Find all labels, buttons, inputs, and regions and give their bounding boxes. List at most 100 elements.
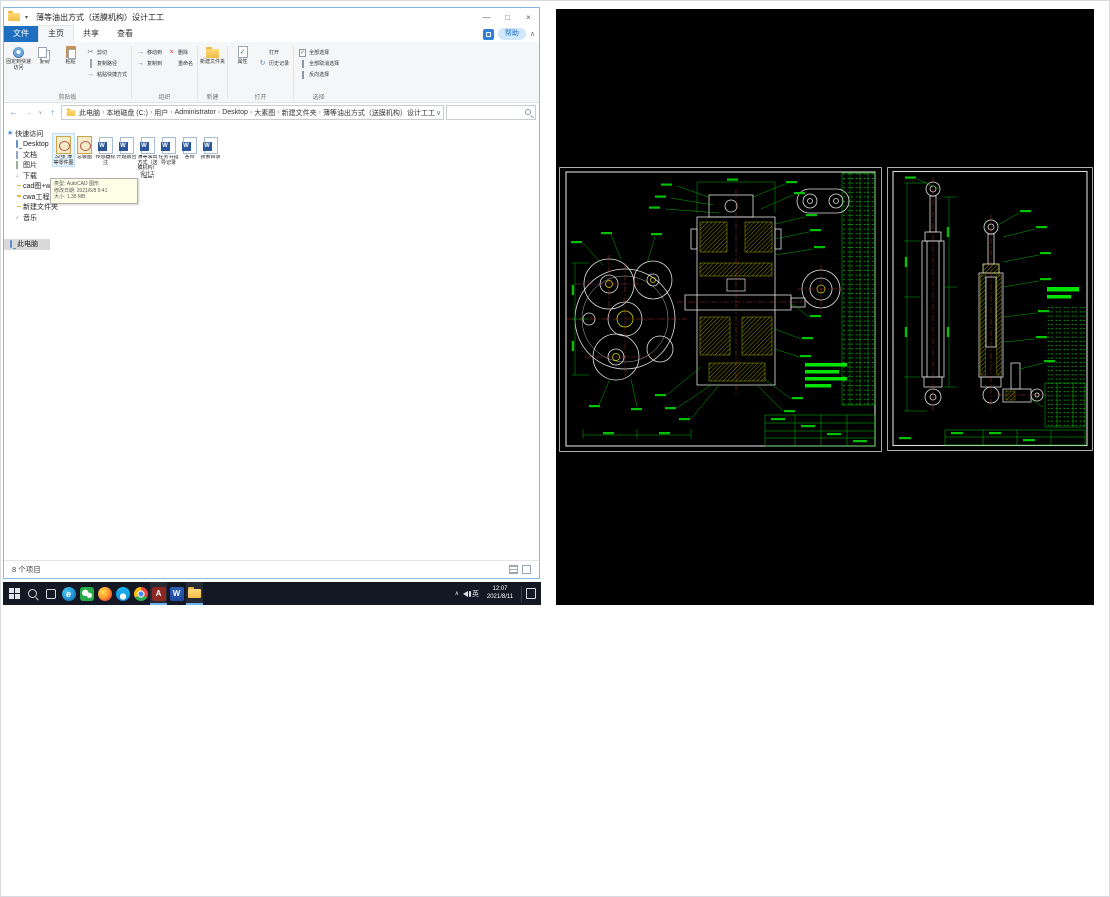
sidebar-item-this-pc[interactable]: 此电脑	[4, 239, 50, 250]
item-count: 8 个项目	[12, 565, 41, 574]
copy-button[interactable]: 复制	[32, 44, 57, 65]
file-item-8[interactable]: W 搜索目录	[200, 134, 221, 161]
select-all-label: 全部选择	[309, 49, 330, 56]
file-item-1[interactable]: 32张 薄等零件图	[52, 132, 75, 168]
taskbar-app-word[interactable]: W	[168, 582, 185, 605]
file-item-3[interactable]: W 传感器标注	[95, 134, 116, 166]
maximize-button[interactable]: □	[497, 8, 518, 26]
crumb-desktop[interactable]: Desktop	[222, 109, 248, 116]
sidebar-item-cwa-folder[interactable]: cwa工程图	[4, 192, 56, 203]
select-all-button[interactable]: ✓ 全部选择	[296, 47, 341, 57]
crumb-this-pc[interactable]: 此电脑	[79, 108, 100, 118]
taskbar-app-firefox[interactable]	[96, 582, 113, 605]
quick-access-toolbar-chevron[interactable]: ▾	[25, 14, 28, 21]
delete-x-icon: ×	[169, 48, 174, 56]
up-button[interactable]: ↑	[46, 106, 59, 120]
taskbar-app-chrome[interactable]	[132, 582, 149, 605]
delete-button[interactable]: × 删除	[165, 47, 195, 57]
file-item-4[interactable]: W 开题报告	[116, 134, 137, 161]
rename-button[interactable]: 重命名	[165, 58, 195, 68]
ime-indicator[interactable]: 英	[472, 589, 479, 599]
crumb-administrator[interactable]: Administrator	[175, 109, 216, 116]
large-icons-view-icon[interactable]	[522, 565, 531, 574]
taskbar-app-autocad[interactable]: A	[150, 582, 167, 605]
copy-path-button[interactable]: 复制路径	[84, 58, 129, 68]
move-to-button[interactable]: → 移动到	[134, 47, 164, 57]
properties-button[interactable]: ✓ 属性	[230, 44, 255, 65]
sidebar-item-downloads[interactable]: ↓ 下载	[4, 171, 50, 182]
sidebar-item-documents[interactable]: 文档	[4, 150, 50, 161]
minimize-button[interactable]: —	[476, 8, 497, 26]
cut-button[interactable]: ✂ 剪切	[84, 47, 129, 57]
file-item-5[interactable]: W 薄等油出方式（送膜机构）设计工（薄箱）	[137, 134, 158, 178]
ribbon-tab-bar: 文件 主页 共享 查看 帮助 ∧	[4, 25, 539, 42]
taskbar-app-wechat[interactable]	[78, 582, 95, 605]
history-chevron-icon[interactable]: ∨	[37, 110, 44, 116]
details-view-icon[interactable]	[509, 565, 518, 574]
sidebar-item-new-folder[interactable]: 新建文件夹	[4, 202, 58, 213]
volume-icon[interactable]	[463, 590, 471, 597]
file-item-7[interactable]: W 答辩	[179, 134, 200, 161]
history-button[interactable]: ↻ 历史记录	[256, 58, 291, 68]
ribbon-group-organize: → 移动到 → 复制到 × 删除 重命名 组织	[134, 44, 195, 102]
tab-share[interactable]: 共享	[74, 26, 108, 42]
dimension-text-marks	[899, 176, 1055, 440]
paste-shortcut-button[interactable]: → 粘贴快捷方式	[84, 69, 129, 79]
taskbar-app-explorer[interactable]	[186, 582, 203, 605]
taskbar-app-qq[interactable]	[114, 582, 131, 605]
tab-file[interactable]: 文件	[4, 26, 38, 42]
window-controls: — □ ×	[476, 8, 539, 26]
crumb-folder-2[interactable]: 新建文件夹	[282, 108, 317, 118]
properties-icon: ✓	[237, 46, 248, 58]
invert-selection-button[interactable]: 反向选择	[296, 69, 341, 79]
breadcrumb[interactable]: 此电脑 › 本地磁盘 (C:) › 用户 › Administrator › D…	[61, 105, 444, 120]
open-button[interactable]: 打开	[256, 47, 291, 57]
select-none-button[interactable]: 全部取消选择	[296, 58, 341, 68]
documents-icon	[13, 150, 21, 159]
action-center-icon[interactable]	[526, 588, 536, 599]
tab-view[interactable]: 查看	[108, 26, 142, 42]
file-name: 任务书指导记录	[158, 155, 179, 166]
crumb-folder-1[interactable]: 大素图	[254, 108, 275, 118]
task-view-button[interactable]	[42, 582, 59, 605]
clock[interactable]: 12:07 2021/8/11	[483, 586, 517, 601]
info-icon[interactable]	[482, 28, 494, 40]
back-button[interactable]: ←	[7, 106, 20, 120]
cad-sheet-assembly	[559, 167, 882, 452]
sidebar-quick-access-header[interactable]: ★ 快速访问	[4, 128, 50, 139]
title-bar: ▾ 薄等油出方式（送膜机构）设计工工 — □ ×	[4, 8, 539, 26]
tab-home[interactable]: 主页	[38, 25, 74, 42]
paste-button[interactable]: 粘贴	[58, 44, 83, 65]
new-folder-icon	[206, 47, 220, 58]
taskbar-app-edge[interactable]: e	[60, 582, 77, 605]
search-input[interactable]	[446, 105, 536, 120]
help-pill[interactable]: 帮助	[497, 28, 526, 40]
close-button[interactable]: ×	[518, 8, 539, 26]
search-icon	[525, 109, 531, 115]
sidebar-item-music[interactable]: ♪ 音乐	[4, 213, 50, 224]
copy-to-button[interactable]: → 复制到	[134, 58, 164, 68]
address-dropdown-chevron-icon[interactable]: ∨	[436, 109, 441, 117]
taskbar-search-button[interactable]	[24, 582, 41, 605]
tray-chevron-icon[interactable]: ∧	[455, 590, 459, 598]
ribbon-collapse-chevron-icon[interactable]: ∧	[530, 30, 535, 38]
crumb-local-disk-c[interactable]: 本地磁盘 (C:)	[106, 108, 148, 118]
sidebar-item-pictures[interactable]: 图片	[4, 160, 50, 171]
file-item-2[interactable]: 总装图	[74, 134, 95, 161]
new-folder-button[interactable]: 新建文件夹	[200, 44, 225, 65]
sidebar-item-cad-folder[interactable]: cad图+wd图	[4, 181, 61, 192]
file-item-6[interactable]: W 任务书指导记录	[158, 134, 179, 166]
forward-button[interactable]: →	[22, 106, 35, 120]
crumb-users[interactable]: 用户	[154, 108, 168, 118]
sidebar-item-desktop[interactable]: Desktop	[4, 139, 50, 150]
file-info-tooltip: 类型: AutoCAD 图形 修改日期: 2021/6/8 9:41 大小: 1…	[50, 178, 138, 204]
address-bar: ← → ∨ ↑ 此电脑 › 本地磁盘 (C:) › 用户 › Administr…	[4, 103, 539, 122]
window-title: 薄等油出方式（送膜机构）设计工工	[36, 12, 165, 22]
crumb-current-folder[interactable]: 薄等油出方式（送膜机构）设计工工	[323, 108, 435, 118]
pin-to-quick-access-button[interactable]: 固定到快速访问	[6, 44, 31, 71]
word-file-icon: W	[160, 137, 176, 154]
select-none-label: 全部取消选择	[309, 60, 340, 67]
end-view-centerlines	[567, 255, 687, 379]
start-button[interactable]	[6, 582, 23, 605]
file-name: 传感器标注	[95, 155, 116, 166]
